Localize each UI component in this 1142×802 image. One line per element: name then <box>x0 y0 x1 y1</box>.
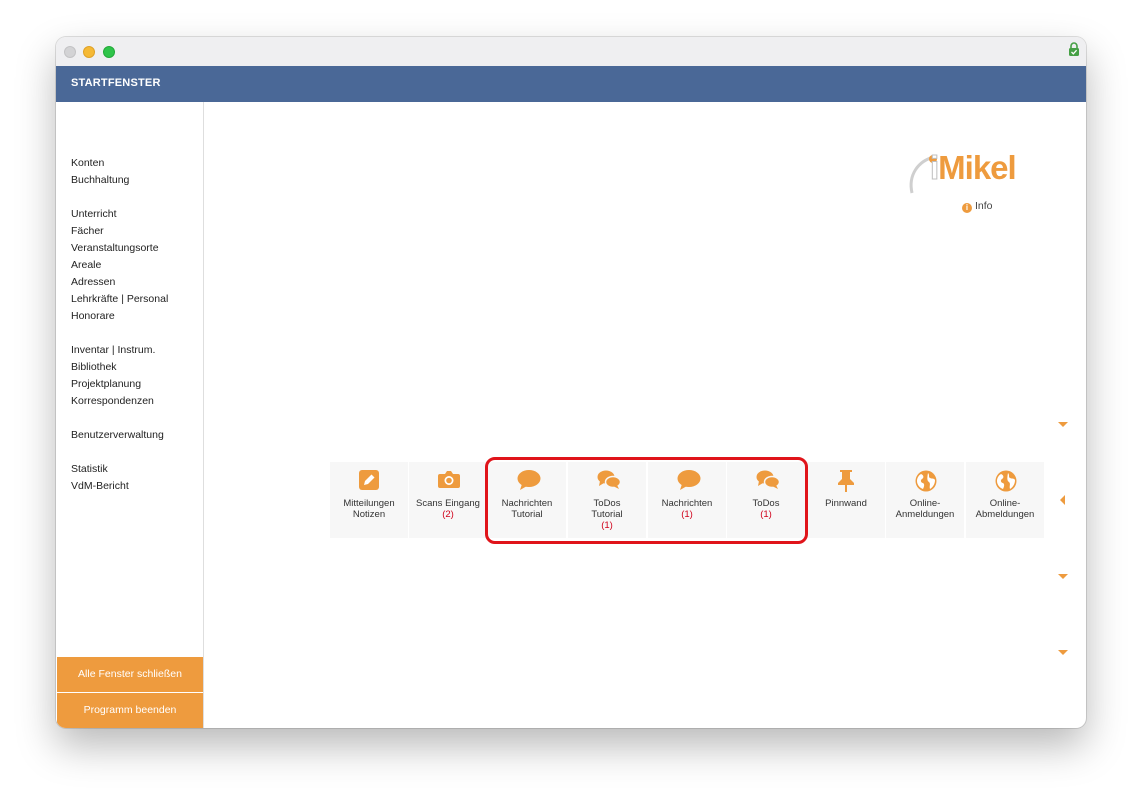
close-all-windows-button[interactable]: Alle Fenster schließen <box>57 657 203 692</box>
sidebar-item-korrespondenzen[interactable]: Korrespondenzen <box>71 395 154 407</box>
sidebar-item-vdm-bericht[interactable]: VdM-Bericht <box>71 480 129 492</box>
sidebar-item-areale[interactable]: Areale <box>71 259 101 271</box>
tile-online-anmeldungen[interactable]: Online- Anmeldungen <box>886 462 964 538</box>
sidebar-item-honorare[interactable]: Honorare <box>71 310 115 322</box>
zoom-window-button[interactable] <box>103 46 115 58</box>
pushpin-icon <box>838 470 854 492</box>
sidebar-item-lehrkraefte-personal[interactable]: Lehrkräfte | Personal <box>71 293 168 305</box>
sidebar-item-projektplanung[interactable]: Projektplanung <box>71 378 141 390</box>
quit-program-button[interactable]: Programm beenden <box>57 693 203 728</box>
sidebar-item-faecher[interactable]: Fächer <box>71 225 104 237</box>
tile-scans-eingang[interactable]: Scans Eingang (2) <box>409 462 487 538</box>
camera-icon <box>438 471 460 488</box>
title-bar[interactable] <box>56 37 1086 66</box>
collapse-arrow-left-icon[interactable] <box>1060 495 1065 505</box>
info-icon: i <box>962 203 972 213</box>
sidebar-item-buchhaltung[interactable]: Buchhaltung <box>71 174 129 186</box>
globe-icon <box>995 470 1017 492</box>
sidebar-item-inventar[interactable]: Inventar | Instrum. <box>71 344 155 356</box>
sidebar-item-benutzerverwaltung[interactable]: Benutzerverwaltung <box>71 429 164 441</box>
expand-arrow-down-icon[interactable] <box>1058 574 1068 579</box>
header-title: STARTFENSTER <box>71 77 161 89</box>
tile-online-abmeldungen[interactable]: Online- Abmeldungen <box>966 462 1044 538</box>
info-label: Info <box>975 200 993 212</box>
expand-arrow-down-icon[interactable] <box>1058 650 1068 655</box>
expand-arrow-down-icon[interactable] <box>1058 422 1068 427</box>
tile-mitteilungen-notizen[interactable]: Mitteilungen Notizen <box>330 462 408 538</box>
sidebar-item-statistik[interactable]: Statistik <box>71 463 108 475</box>
tile-pinnwand[interactable]: Pinnwand <box>807 462 885 538</box>
sidebar: Konten Buchhaltung Unterricht Fächer Ver… <box>56 102 204 728</box>
highlight-frame <box>485 457 808 544</box>
scans-count: (2) <box>442 509 454 520</box>
sidebar-item-konten[interactable]: Konten <box>71 157 104 169</box>
app-window: STARTFENSTER Konten Buchhaltung Unterric… <box>56 37 1086 728</box>
imikel-logo: iMikel <box>904 145 1029 201</box>
logo-wordmark: iMikel <box>929 149 1016 187</box>
sidebar-item-bibliothek[interactable]: Bibliothek <box>71 361 117 373</box>
info-link[interactable]: i Info <box>962 200 993 213</box>
globe-icon <box>915 470 937 492</box>
window-header: STARTFENSTER <box>56 66 1086 102</box>
sidebar-item-unterricht[interactable]: Unterricht <box>71 208 117 220</box>
lock-icon <box>1069 42 1079 56</box>
sidebar-item-veranstaltungsorte[interactable]: Veranstaltungsorte <box>71 242 159 254</box>
sidebar-item-adressen[interactable]: Adressen <box>71 276 115 288</box>
pencil-square-icon <box>359 470 379 490</box>
minimize-window-button[interactable] <box>83 46 95 58</box>
close-window-button[interactable] <box>64 46 76 58</box>
